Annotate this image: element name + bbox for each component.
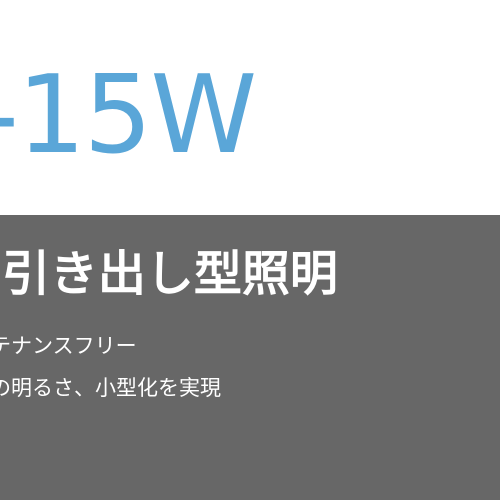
feature-line-1: テナンスフリー xyxy=(0,334,137,358)
headline-text: -引き出し型照明 xyxy=(0,246,338,302)
feature-line-2: の明るさ、小型化を実現 xyxy=(0,376,221,400)
wattage-text: -15W xyxy=(0,53,257,178)
top-panel: -15W xyxy=(0,0,500,215)
